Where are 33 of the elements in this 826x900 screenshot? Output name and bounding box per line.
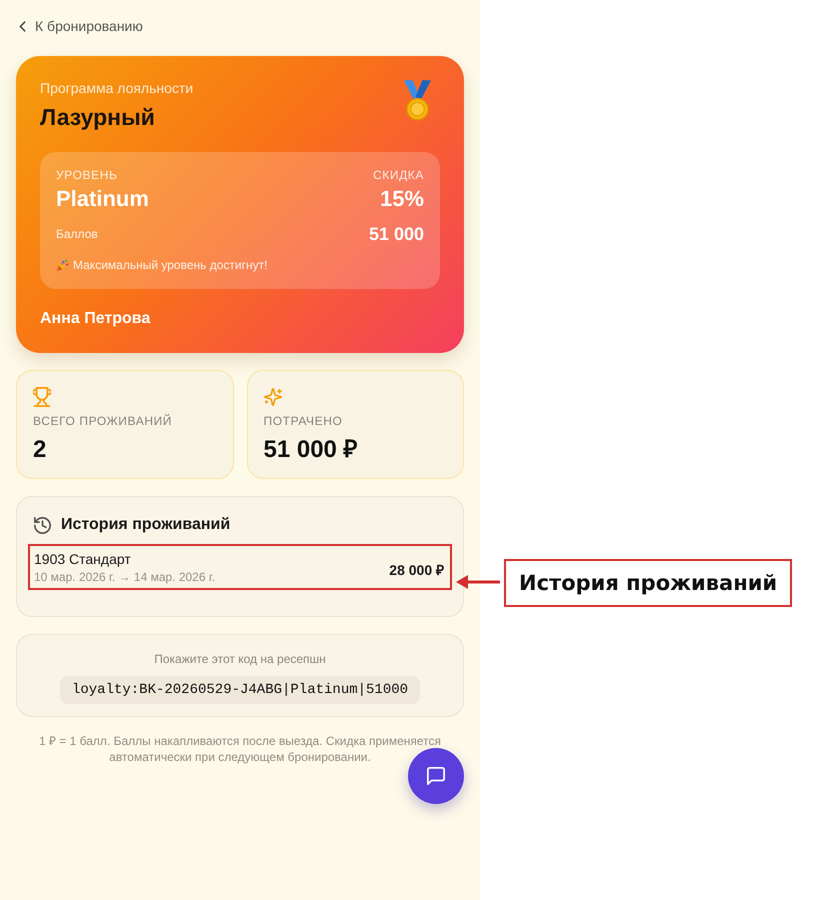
program-name: Лазурный: [40, 103, 156, 132]
code-hint: Покажите этот код на ресепшн: [154, 651, 326, 668]
chat-icon: [427, 767, 445, 785]
medal-icon: [404, 80, 431, 121]
footnote: 1 ₽ = 1 балл. Баллы накапливаются после выезда. Скидка применяется автоматически при следующем бронировании.: [38, 733, 442, 765]
loyalty-code: loyalty:BK-20260529-J4ABG|Platinum|51000: [60, 676, 420, 704]
points-label: Баллов: [56, 226, 98, 242]
back-link[interactable]: К бронированию: [16, 16, 143, 36]
sparkles-icon: [264, 387, 282, 407]
stat-label: ПОТРАЧЕНО: [264, 413, 344, 429]
holder-name: Анна Петрова: [40, 309, 152, 329]
stat-label: ВСЕГО ПРОЖИВАНИЙ: [33, 413, 174, 429]
stay-row[interactable]: 1903 Стандарт 10 мар. 2026 г. → 14 мар. 2026 г. 28 000 ₽: [28, 544, 452, 590]
party-popper-icon: [56, 258, 69, 272]
program-label: Программа лояльности: [40, 79, 194, 98]
room-name: 1903 Стандарт: [34, 550, 132, 568]
stay-dates: 10 мар. 2026 г. → 14 мар. 2026 г.: [34, 568, 216, 584]
level-value: Platinum: [56, 185, 149, 213]
history-icon: [34, 516, 51, 534]
stat-value: 2: [33, 435, 48, 465]
discount-value: 15%: [380, 185, 424, 213]
arrow: [456, 575, 500, 589]
callout-label: История проживаний: [504, 559, 792, 607]
chevron-left-icon: [19, 20, 26, 32]
chat-button[interactable]: [408, 748, 464, 804]
stat-value: 51 000 ₽: [264, 435, 359, 465]
level-label: УРОВЕНЬ: [56, 167, 118, 183]
discount-label: СКИДКА: [372, 167, 424, 183]
trophy-icon: [33, 387, 51, 407]
points-value: 51 000: [368, 223, 424, 245]
status-message: Максимальный уровень достигнут!: [73, 257, 268, 273]
history-title: История проживаний: [61, 516, 230, 534]
stay-amount: 28 000 ₽: [389, 560, 444, 578]
